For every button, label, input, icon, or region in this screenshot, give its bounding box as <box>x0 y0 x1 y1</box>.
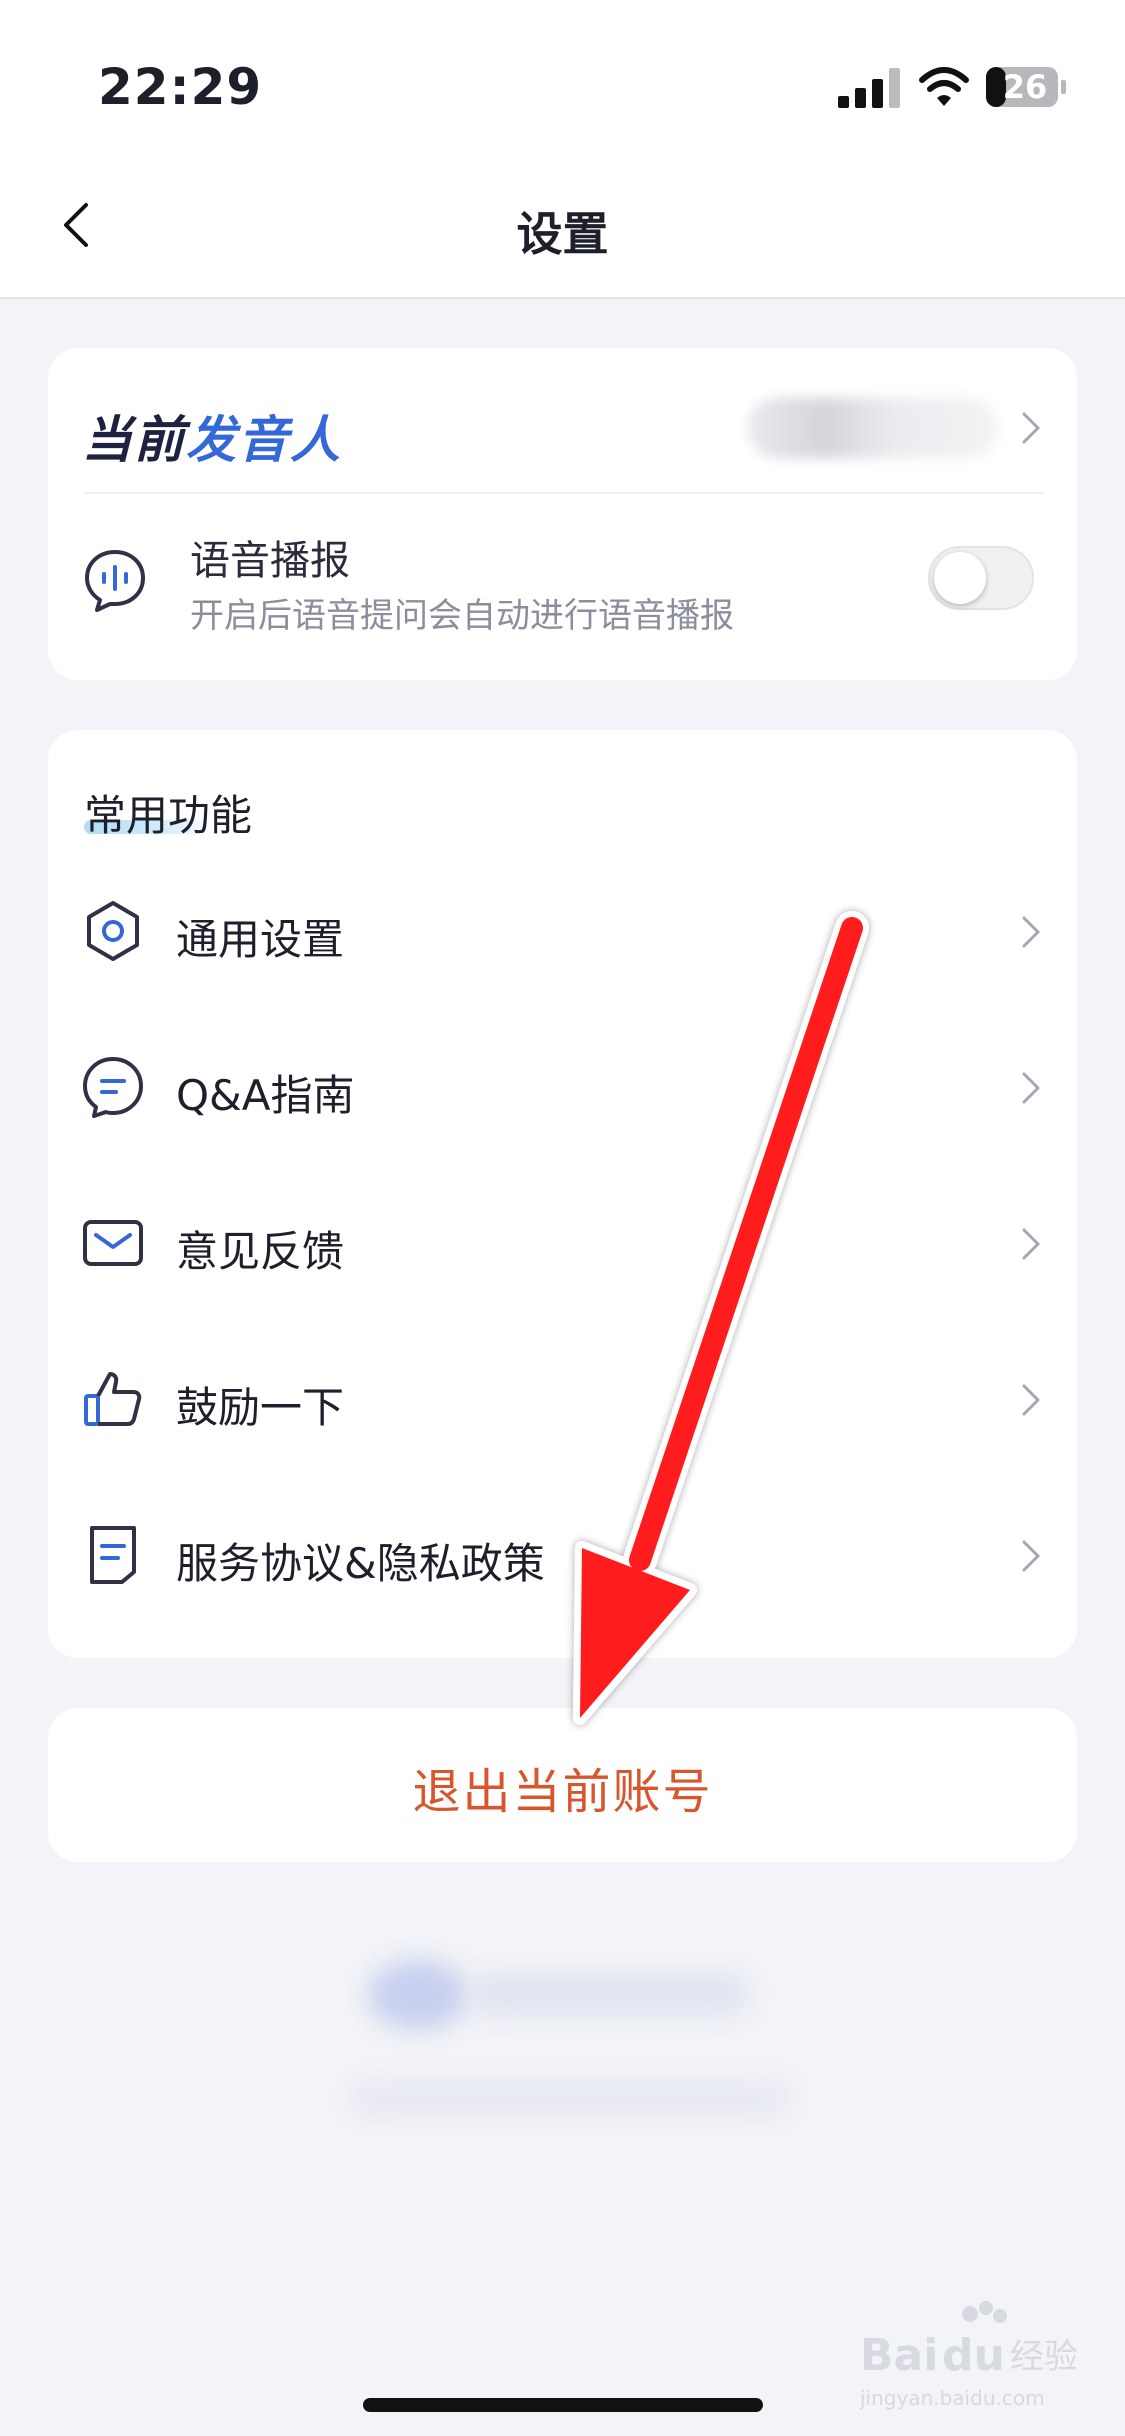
voice-broadcast-toggle[interactable] <box>928 546 1034 610</box>
divider <box>84 492 1044 494</box>
chevron-right-icon <box>1022 412 1040 444</box>
chevron-right-icon <box>1022 1228 1040 1260</box>
current-speaker-title: 当前发音人 <box>82 400 342 472</box>
common-functions-card: 常用功能 通用设置 Q&A指南 意见反馈 鼓励一下 服务协议&隐私政策 <box>48 730 1077 1658</box>
menu-item-label: 服务协议&隐私政策 <box>176 1539 545 1588</box>
page-title: 设置 <box>516 207 609 261</box>
voice-broadcast-label: 语音播报 <box>190 538 350 584</box>
top-bar: 22:29 26 设置 <box>0 0 1125 299</box>
wifi-icon <box>919 67 969 106</box>
footer-logo-blurred <box>368 1960 468 2030</box>
document-icon <box>90 1526 136 1584</box>
chevron-right-icon <box>1022 1072 1040 1104</box>
baidu-watermark-logo: Bai du 经验 <box>860 2301 1078 2380</box>
menu-item-qa-guide[interactable]: Q&A指南 <box>48 1028 1077 1148</box>
menu-item-label: 通用设置 <box>176 915 345 964</box>
toggle-knob <box>934 552 986 604</box>
menu-item-label: 意见反馈 <box>176 1227 345 1276</box>
home-indicator[interactable] <box>363 2398 763 2412</box>
logout-label: 退出当前账号 <box>412 1764 713 1820</box>
menu-item-feedback[interactable]: 意见反馈 <box>48 1184 1077 1304</box>
speaker-title-part1: 当前 <box>82 411 186 469</box>
menu-item-encourage[interactable]: 鼓励一下 <box>48 1340 1077 1460</box>
svg-text:经验: 经验 <box>1010 2337 1078 2377</box>
speaker-card: 当前发音人 语音播报 开启后语音提问会自动进行语音播报 <box>48 348 1077 680</box>
battery-icon: 26 <box>985 66 1067 108</box>
menu-item-label: 鼓励一下 <box>176 1383 345 1432</box>
voice-broadcast-description: 开启后语音提问会自动进行语音播报 <box>190 596 734 636</box>
menu-item-service-agreement[interactable]: 服务协议&隐私政策 <box>48 1496 1077 1616</box>
speaker-title-part2: 发音人 <box>186 411 342 469</box>
envelope-icon <box>83 1220 143 1266</box>
footer-version-blurred <box>350 2080 790 2116</box>
thumbs-up-icon <box>84 1372 142 1426</box>
status-time: 22:29 <box>98 58 263 116</box>
watermark-url: jingyan.baidu.com <box>860 2386 1045 2410</box>
chat-bubble-icon <box>83 1057 143 1118</box>
chevron-right-icon <box>1022 1384 1040 1416</box>
speaker-avatar-blurred <box>748 398 998 458</box>
voice-chat-icon <box>85 550 145 612</box>
cellular-signal-icon <box>838 68 900 108</box>
menu-item-label: Q&A指南 <box>176 1071 355 1120</box>
logout-button[interactable]: 退出当前账号 <box>48 1708 1077 1862</box>
footer-text-blurred <box>470 1972 750 2016</box>
chevron-right-icon <box>1022 916 1040 948</box>
svg-text:Bai: Bai <box>860 2330 938 2380</box>
chevron-right-icon <box>1022 1540 1040 1572</box>
gear-icon <box>87 901 139 961</box>
common-functions-title: 常用功能 <box>84 791 253 840</box>
menu-item-general-settings[interactable]: 通用设置 <box>48 872 1077 992</box>
current-speaker-row[interactable]: 当前发音人 <box>48 348 1077 492</box>
battery-level: 26 <box>1002 68 1048 106</box>
svg-text:du: du <box>942 2330 1005 2380</box>
